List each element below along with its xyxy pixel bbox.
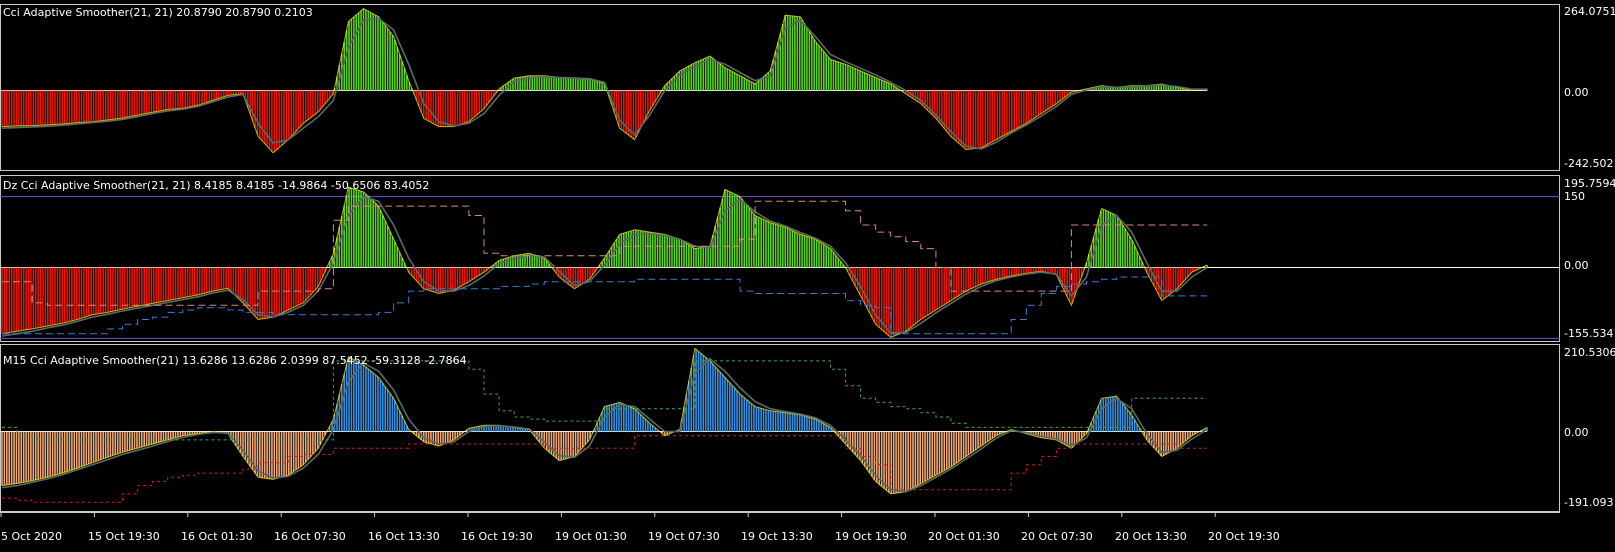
pane2-ytick-zero: 0.00 [1564,259,1589,272]
pane2-ytick-top: 195.7594 [1564,177,1615,190]
xtick-label: 16 Oct 01:30 [181,530,253,543]
pane3-lower-band-line [2,435,1207,503]
pane3-ytick-top: 210.5306 [1564,346,1615,359]
pane1-ytick-top: 264.0751 [1564,5,1615,18]
xtick-label: 20 Oct 13:30 [1115,530,1187,543]
xtick-label: 20 Oct 07:30 [1021,530,1093,543]
xtick-label: 19 Oct 13:30 [741,530,813,543]
pane2-ytick-150: 150 [1564,190,1585,203]
pane1-ytick-zero: 0.00 [1564,86,1589,99]
xtick-label: 20 Oct 19:30 [1208,530,1280,543]
pane3-ytick-bottom: -191.093 [1564,496,1614,509]
xtick-label: 19 Oct 01:30 [555,530,627,543]
pane3-title: M15 Cci Adaptive Smoother(21) 13.6286 13… [3,354,467,367]
xtick-label: 19 Oct 19:30 [835,530,907,543]
pane1-title: Cci Adaptive Smoother(21, 21) 20.8790 20… [3,6,313,19]
xtick-label: 16 Oct 19:30 [461,530,533,543]
xtick-label: 16 Oct 13:30 [368,530,440,543]
xtick-label: 16 Oct 07:30 [274,530,346,543]
pane2-title: Dz Cci Adaptive Smoother(21, 21) 8.4185 … [3,179,430,192]
xtick-label: 15 Oct 19:30 [88,530,160,543]
chart-window: Cci Adaptive Smoother(21, 21) 20.8790 20… [0,0,1615,552]
pane2-ytick-bottom: -155.5341 [1564,327,1615,340]
chart-canvas [0,4,1560,517]
xtick-label: 19 Oct 07:30 [648,530,720,543]
xtick-label: 20 Oct 01:30 [928,530,1000,543]
pane3-ytick-zero: 0.00 [1564,426,1589,439]
pane1-histogram-edge [1,7,1208,154]
xtick-label: 5 Oct 2020 [1,530,63,543]
pane1-signal-line [1,17,1207,150]
pane1-ytick-bottom: -242.5021 [1564,157,1615,170]
